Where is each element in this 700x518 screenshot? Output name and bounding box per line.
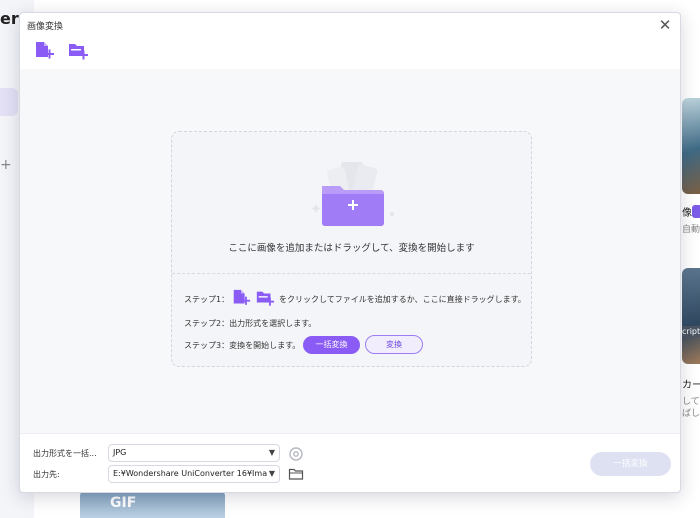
open-folder-icon[interactable] (288, 466, 304, 482)
background-feature-card-title: 像 (682, 208, 692, 219)
step1-label: ステップ1： (184, 295, 230, 304)
batch-convert-button[interactable]: 一括変換 (303, 336, 360, 354)
format-settings-icon[interactable] (288, 446, 304, 462)
step-add-file-icon[interactable] (231, 288, 251, 308)
step3-description: ステップ3：変換を開始します。 (184, 341, 301, 350)
step-add-folder-icon[interactable] (255, 288, 275, 308)
add-file-icon[interactable] (33, 40, 55, 62)
background-feature-card-image[interactable] (682, 98, 700, 194)
background-add-icon[interactable]: + (0, 157, 12, 173)
background-brand-fragment: er (0, 9, 19, 28)
background-feature-card-image-2[interactable] (682, 268, 700, 364)
output-location-value: E:¥Wondershare UniConverter 16¥Ima (113, 469, 268, 478)
background-feature-card-desc-3: ばし (682, 409, 700, 419)
output-format-select[interactable]: JPG ▼ (108, 444, 280, 462)
output-format-value: JPG (113, 448, 127, 457)
chevron-down-icon: ▼ (268, 448, 275, 457)
background-gif-thumbnail[interactable] (80, 490, 225, 518)
background-feature-card-title-2: カー (682, 380, 700, 391)
dialog-title: 画像変換 (27, 22, 64, 32)
drop-zone[interactable]: ここに画像を追加またはドラッグして、変換を開始します ステップ1： をクリックし… (171, 131, 532, 367)
background-gif-label: GIF (110, 495, 137, 511)
background-feature-card-desc: 自動 (682, 225, 700, 235)
convert-all-button[interactable]: 一括変換 (590, 452, 671, 476)
drop-zone-divider (172, 273, 531, 274)
output-format-label: 出力形式を一括... (33, 449, 97, 458)
background-feature-badge (692, 205, 700, 218)
bottom-divider (20, 433, 680, 434)
image-converter-dialog: 画像変換 ✕ ここに画像を追加またはドラッグして、変換を開始します ステップ1：… (19, 12, 681, 493)
step1-description: をクリックしてファイルを追加するか、ここに直接ドラッグします。 (279, 295, 526, 304)
folder-illustration-icon (297, 160, 409, 230)
convert-button[interactable]: 変換 (365, 335, 423, 354)
background-card-tag: cript (682, 326, 700, 337)
add-folder-icon[interactable] (67, 40, 89, 62)
chevron-down-icon: ▼ (268, 469, 275, 478)
background-nav-active-item[interactable] (0, 88, 18, 116)
close-icon[interactable]: ✕ (656, 16, 674, 34)
output-location-select[interactable]: E:¥Wondershare UniConverter 16¥Ima ▼ (108, 465, 280, 483)
output-location-label: 出力先: (33, 470, 60, 479)
step2-description: ステップ2：出力形式を選択します。 (184, 319, 317, 328)
drop-zone-instruction: ここに画像を追加またはドラッグして、変換を開始します (228, 243, 475, 254)
